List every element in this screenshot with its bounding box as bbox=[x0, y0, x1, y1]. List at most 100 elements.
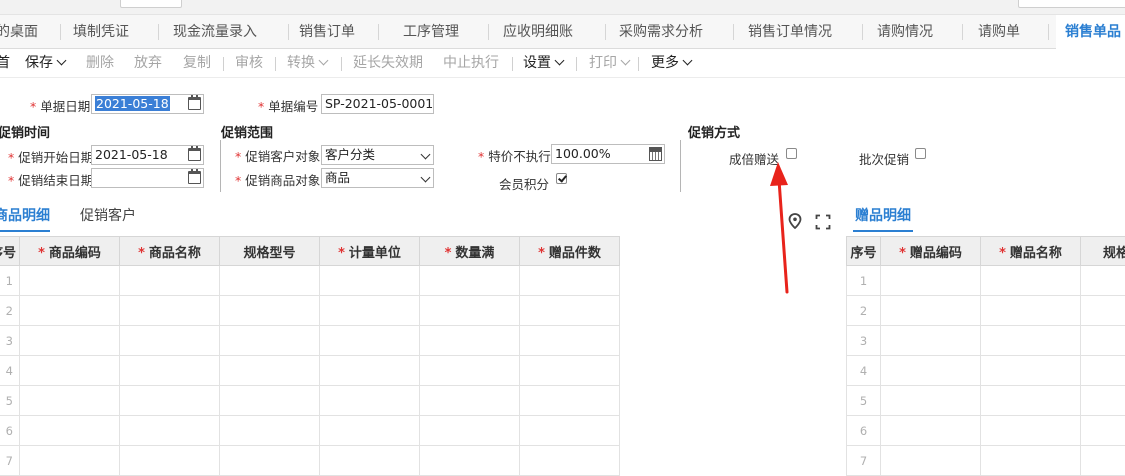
table-cell[interactable] bbox=[519, 445, 620, 476]
table-cell[interactable] bbox=[980, 295, 1081, 326]
table-row[interactable]: 1 bbox=[0, 265, 620, 296]
tab-sales-order[interactable]: 销售订单 bbox=[299, 15, 355, 48]
doc-no-input[interactable]: SP-2021-05-0001 bbox=[321, 94, 434, 114]
table-cell[interactable] bbox=[319, 445, 420, 476]
start-date-input[interactable]: 2021-05-18 bbox=[91, 145, 204, 165]
doc-date-input[interactable]: 2021-05-18 bbox=[91, 94, 204, 114]
table-cell[interactable] bbox=[219, 265, 320, 296]
table-cell[interactable] bbox=[1080, 385, 1125, 416]
table-row[interactable]: 6 bbox=[0, 415, 620, 446]
table-row[interactable]: 3 bbox=[846, 325, 1125, 356]
discard-button[interactable]: 放弃 bbox=[134, 49, 162, 77]
table-row[interactable]: 3 bbox=[0, 325, 620, 356]
tab-sales-single-product[interactable]: 销售单品 bbox=[1056, 15, 1125, 49]
table-cell[interactable] bbox=[880, 445, 981, 476]
table-row[interactable]: 4 bbox=[0, 355, 620, 386]
tab-sales-order-status[interactable]: 销售订单情况 bbox=[748, 15, 832, 48]
extend-expiry-button[interactable]: 延长失效期 bbox=[353, 49, 423, 77]
delete-button[interactable]: 删除 bbox=[86, 49, 114, 77]
tab-process[interactable]: 工序管理 bbox=[403, 15, 459, 48]
table-cell[interactable] bbox=[219, 355, 320, 386]
table-cell[interactable] bbox=[980, 265, 1081, 296]
table-cell[interactable] bbox=[980, 445, 1081, 476]
table-cell[interactable] bbox=[19, 415, 120, 446]
location-icon[interactable] bbox=[788, 213, 802, 229]
table-cell[interactable] bbox=[419, 265, 520, 296]
table-cell[interactable] bbox=[19, 295, 120, 326]
table-cell[interactable] bbox=[980, 415, 1081, 446]
table-cell[interactable] bbox=[319, 325, 420, 356]
more-button[interactable]: 更多 bbox=[651, 49, 693, 77]
table-cell[interactable] bbox=[319, 295, 420, 326]
member-points-checkbox[interactable] bbox=[556, 173, 567, 184]
table-cell[interactable] bbox=[1080, 415, 1125, 446]
table-cell[interactable] bbox=[519, 295, 620, 326]
table-cell[interactable] bbox=[219, 415, 320, 446]
tab-receivable[interactable]: 应收明细账 bbox=[503, 15, 573, 48]
table-cell[interactable] bbox=[419, 385, 520, 416]
tab-requisition[interactable]: 请购单 bbox=[978, 15, 1020, 48]
table-row[interactable]: 2 bbox=[0, 295, 620, 326]
tab-cashflow[interactable]: 现金流量录入 bbox=[173, 15, 257, 48]
tab-gift-detail[interactable]: 赠品明细 bbox=[853, 205, 913, 232]
table-cell[interactable] bbox=[319, 265, 420, 296]
calendar-icon[interactable] bbox=[188, 95, 201, 110]
table-cell[interactable] bbox=[980, 325, 1081, 356]
table-cell[interactable] bbox=[219, 295, 320, 326]
table-cell[interactable] bbox=[19, 265, 120, 296]
table-cell[interactable] bbox=[1080, 445, 1125, 476]
table-row[interactable]: 5 bbox=[846, 385, 1125, 416]
table-cell[interactable] bbox=[1080, 295, 1125, 326]
table-cell[interactable] bbox=[880, 355, 981, 386]
table-cell[interactable] bbox=[319, 355, 420, 386]
table-cell[interactable] bbox=[419, 295, 520, 326]
table-row[interactable]: 4 bbox=[846, 355, 1125, 386]
table-cell[interactable] bbox=[19, 325, 120, 356]
table-cell[interactable] bbox=[880, 325, 981, 356]
table-cell[interactable] bbox=[1080, 355, 1125, 386]
fullscreen-icon[interactable] bbox=[815, 214, 831, 230]
table-cell[interactable] bbox=[119, 355, 220, 386]
first-button[interactable]: 首 bbox=[0, 49, 10, 77]
product-target-select[interactable]: 商品 bbox=[321, 168, 434, 188]
table-cell[interactable] bbox=[119, 385, 220, 416]
table-cell[interactable] bbox=[419, 415, 520, 446]
table-cell[interactable] bbox=[319, 415, 420, 446]
tab-voucher[interactable]: 填制凭证 bbox=[73, 15, 129, 48]
end-date-input[interactable] bbox=[91, 168, 204, 188]
table-cell[interactable] bbox=[219, 445, 320, 476]
print-button[interactable]: 打印 bbox=[589, 49, 631, 77]
table-cell[interactable] bbox=[519, 325, 620, 356]
copy-button[interactable]: 复制 bbox=[183, 49, 211, 77]
customer-target-select[interactable]: 客户分类 bbox=[321, 145, 434, 165]
audit-button[interactable]: 审核 bbox=[235, 49, 263, 77]
table-cell[interactable] bbox=[880, 415, 981, 446]
table-cell[interactable] bbox=[19, 385, 120, 416]
table-cell[interactable] bbox=[19, 355, 120, 386]
batch-promo-checkbox[interactable] bbox=[915, 148, 926, 159]
table-cell[interactable] bbox=[119, 295, 220, 326]
table-cell[interactable] bbox=[319, 385, 420, 416]
table-row[interactable]: 5 bbox=[0, 385, 620, 416]
table-cell[interactable] bbox=[419, 445, 520, 476]
table-cell[interactable] bbox=[980, 385, 1081, 416]
special-price-input[interactable]: 100.00% bbox=[551, 144, 665, 164]
table-cell[interactable] bbox=[119, 325, 220, 356]
table-cell[interactable] bbox=[519, 265, 620, 296]
table-row[interactable]: 7 bbox=[846, 445, 1125, 476]
multiple-gift-checkbox[interactable] bbox=[786, 148, 797, 159]
top-search-box[interactable] bbox=[1018, 0, 1125, 8]
table-cell[interactable] bbox=[519, 355, 620, 386]
top-input[interactable] bbox=[120, 0, 182, 8]
table-cell[interactable] bbox=[119, 415, 220, 446]
table-row[interactable]: 7 bbox=[0, 445, 620, 476]
tab-product-detail[interactable]: 商品明细 bbox=[0, 205, 50, 232]
table-cell[interactable] bbox=[419, 355, 520, 386]
table-cell[interactable] bbox=[519, 385, 620, 416]
table-cell[interactable] bbox=[1080, 265, 1125, 296]
save-button[interactable]: 保存 bbox=[25, 49, 67, 77]
table-cell[interactable] bbox=[219, 325, 320, 356]
convert-button[interactable]: 转换 bbox=[287, 49, 329, 77]
settings-button[interactable]: 设置 bbox=[523, 49, 565, 77]
table-cell[interactable] bbox=[219, 385, 320, 416]
